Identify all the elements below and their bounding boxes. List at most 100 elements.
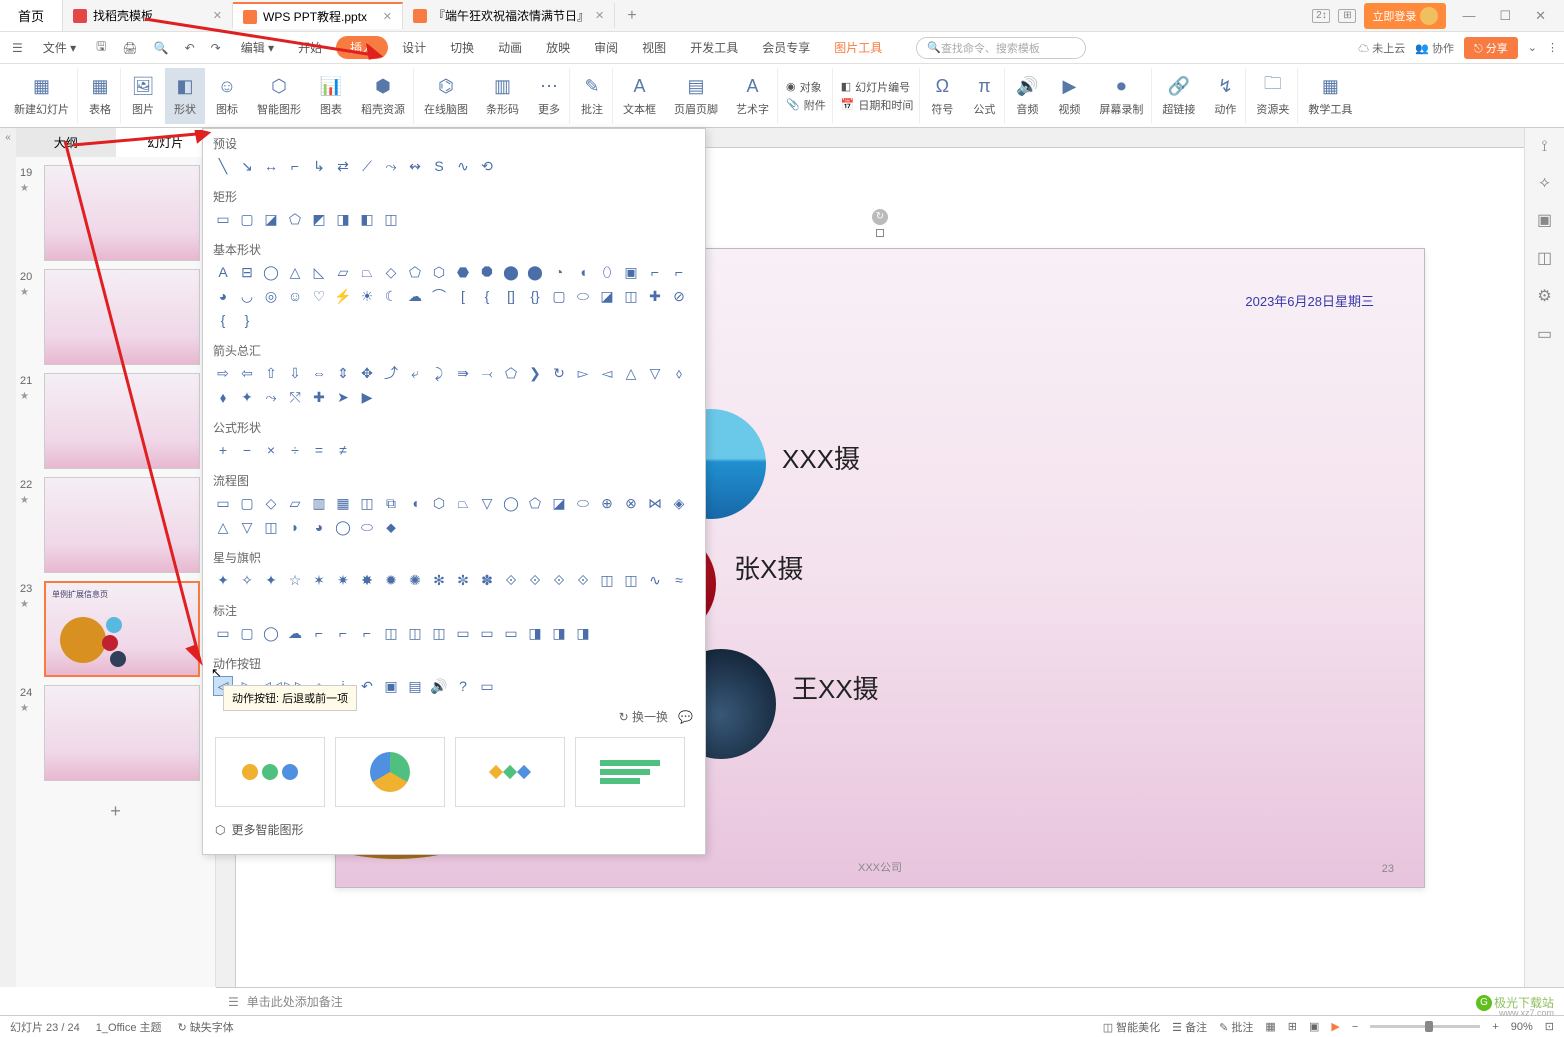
wordart-button[interactable]: A艺术字 — [728, 68, 778, 124]
template-card[interactable] — [455, 737, 565, 807]
fc-connector-shape[interactable]: ◯ — [501, 493, 521, 513]
action-blank-shape[interactable]: ▭ — [477, 676, 497, 696]
minus-shape[interactable]: − — [237, 440, 257, 460]
login-button[interactable]: 立即登录 — [1364, 3, 1446, 29]
star12-shape[interactable]: ✺ — [405, 570, 425, 590]
formula-button[interactable]: π公式 — [964, 68, 1005, 124]
notequal-shape[interactable]: ≠ — [333, 440, 353, 460]
snip2-shape[interactable]: ⬠ — [285, 209, 305, 229]
resource-button[interactable]: ⬢稻壳资源 — [353, 68, 414, 124]
parallelogram-shape[interactable]: ▱ — [333, 262, 353, 282]
teardrop-shape[interactable]: ⬯ — [597, 262, 617, 282]
package-button[interactable]: 🗀资源夹 — [1248, 68, 1298, 124]
star7-shape[interactable]: ✷ — [333, 570, 353, 590]
diamond-shape[interactable]: ◇ — [381, 262, 401, 282]
arrow-circular-shape[interactable]: ↻ — [549, 363, 569, 383]
fc-seq-shape[interactable]: ◕ — [309, 517, 329, 537]
menu-transition[interactable]: 切换 — [440, 35, 484, 60]
feedback-icon[interactable]: 💬 — [678, 710, 693, 724]
arrow-callout-r-shape[interactable]: ▻ — [573, 363, 593, 383]
menu-review[interactable]: 审阅 — [584, 35, 628, 60]
arrow-right-shape[interactable]: ⇨ — [213, 363, 233, 383]
heptagon-shape[interactable]: ⬣ — [453, 262, 473, 282]
rotate-handle-icon[interactable]: ↻ — [872, 209, 888, 225]
chord-shape[interactable]: ◖ — [573, 262, 593, 282]
donut-shape[interactable]: ◎ — [261, 286, 281, 306]
fc-summing-shape[interactable]: ⊕ — [597, 493, 617, 513]
fc-collate-shape[interactable]: ⋈ — [645, 493, 665, 513]
layers-icon[interactable]: ▣ — [1537, 210, 1552, 230]
callout-accent1-shape[interactable]: ◫ — [381, 623, 401, 643]
bracket-pair-shape[interactable]: [] — [501, 286, 521, 306]
hexagon-shape[interactable]: ⬡ — [429, 262, 449, 282]
arrow-left-shape[interactable]: ⇦ — [237, 363, 257, 383]
fc-document-shape[interactable]: ◫ — [357, 493, 377, 513]
home-tab[interactable]: 首页 — [0, 0, 63, 31]
fc-disk-shape[interactable]: ⬭ — [357, 517, 377, 537]
comments-toggle[interactable]: ✎ 批注 — [1219, 1019, 1253, 1035]
arrow-callout-d-shape[interactable]: ▽ — [645, 363, 665, 383]
star10-shape[interactable]: ✹ — [381, 570, 401, 590]
divide-shape[interactable]: ÷ — [285, 440, 305, 460]
missing-font-button[interactable]: ↻ 缺失字体 — [178, 1019, 234, 1035]
ribbon-up-shape[interactable]: ⟐ — [501, 570, 521, 590]
teaching-button[interactable]: ▦教学工具 — [1300, 68, 1360, 124]
heart-shape[interactable]: ♡ — [309, 286, 329, 306]
textbox-v-shape[interactable]: ⊟ — [237, 262, 257, 282]
arc-shape[interactable]: ◡ — [237, 286, 257, 306]
round2-shape[interactable]: ◧ — [357, 209, 377, 229]
callout-line2-shape[interactable]: ⌐ — [333, 623, 353, 643]
collab-button[interactable]: 👥 协作 — [1415, 40, 1454, 56]
plus-shape[interactable]: + — [213, 440, 233, 460]
fc-alt-shape[interactable]: ▢ — [237, 493, 257, 513]
arrow-callout-ud-shape[interactable]: ⬧ — [213, 387, 233, 407]
ribbon-curved-up-shape[interactable]: ⟐ — [549, 570, 569, 590]
double-arrow-shape[interactable]: ↔ — [261, 156, 281, 176]
callout-baccent3-shape[interactable]: ◨ — [573, 623, 593, 643]
triangle-shape[interactable]: △ — [285, 262, 305, 282]
fc-predef-shape[interactable]: ▥ — [309, 493, 329, 513]
chevron-down-icon[interactable]: ⌄ — [1528, 41, 1537, 54]
shape-button[interactable]: ◧形状 — [165, 68, 205, 124]
close-button[interactable]: ✕ — [1527, 4, 1554, 28]
action-button[interactable]: ↯动作 — [1205, 68, 1246, 124]
attach-button[interactable]: 📎 附件 — [786, 97, 826, 113]
callout-baccent2-shape[interactable]: ◨ — [549, 623, 569, 643]
cube-shape[interactable]: ◪ — [597, 286, 617, 306]
slide-thumb-24[interactable]: 24★ — [44, 685, 205, 781]
menu-vip[interactable]: 会员专享 — [752, 35, 820, 60]
half-frame-shape[interactable]: ⌐ — [645, 262, 665, 282]
template-card[interactable] — [335, 737, 445, 807]
slideshow-icon[interactable]: ▶ — [1331, 1020, 1339, 1033]
no-shape[interactable]: ⊘ — [669, 286, 689, 306]
callout-border2-shape[interactable]: ▭ — [477, 623, 497, 643]
arrow-callout-quad-shape[interactable]: ✦ — [237, 387, 257, 407]
elbow-shape[interactable]: ⌐ — [285, 156, 305, 176]
curve-shape[interactable]: ⟋ — [357, 156, 377, 176]
notes-bar[interactable]: ☰ 单击此处添加备注 — [216, 987, 1564, 1015]
smiley-shape[interactable]: ☺ — [285, 286, 305, 306]
action-return-shape[interactable]: ↶ — [357, 676, 377, 696]
rocket-icon[interactable]: ⟟ — [1542, 138, 1548, 156]
fc-offpage-shape[interactable]: ⬠ — [525, 493, 545, 513]
callout-line1-shape[interactable]: ⌐ — [309, 623, 329, 643]
wave-shape[interactable]: ∿ — [645, 570, 665, 590]
refresh-button[interactable]: ↻ 换一换 — [619, 708, 668, 725]
arrow-quad-shape[interactable]: ✥ — [357, 363, 377, 383]
cloud-status[interactable]: ☁ 未上云 — [1358, 40, 1405, 56]
chart-button[interactable]: 📊图表 — [311, 68, 351, 124]
explosion2-shape[interactable]: ✧ — [237, 570, 257, 590]
fc-stored-shape[interactable]: ◫ — [261, 517, 281, 537]
beautify-button[interactable]: ◫ 智能美化 — [1103, 1019, 1160, 1035]
star6-shape[interactable]: ✶ — [309, 570, 329, 590]
arrow-callout-l-shape[interactable]: ◅ — [597, 363, 617, 383]
star8-shape[interactable]: ✸ — [357, 570, 377, 590]
layout-icon[interactable]: 2↕ — [1312, 9, 1330, 23]
file-menu[interactable]: 文件 ▾ — [33, 35, 86, 60]
action-sound-shape[interactable]: 🔊 — [429, 676, 449, 696]
can-shape[interactable]: ⬭ — [573, 286, 593, 306]
more-smartart-button[interactable]: ⬡更多智能图形 — [203, 813, 705, 846]
star16-shape[interactable]: ✻ — [429, 570, 449, 590]
plaque-shape[interactable]: ▢ — [549, 286, 569, 306]
arrow-updown-shape[interactable]: ⇕ — [333, 363, 353, 383]
